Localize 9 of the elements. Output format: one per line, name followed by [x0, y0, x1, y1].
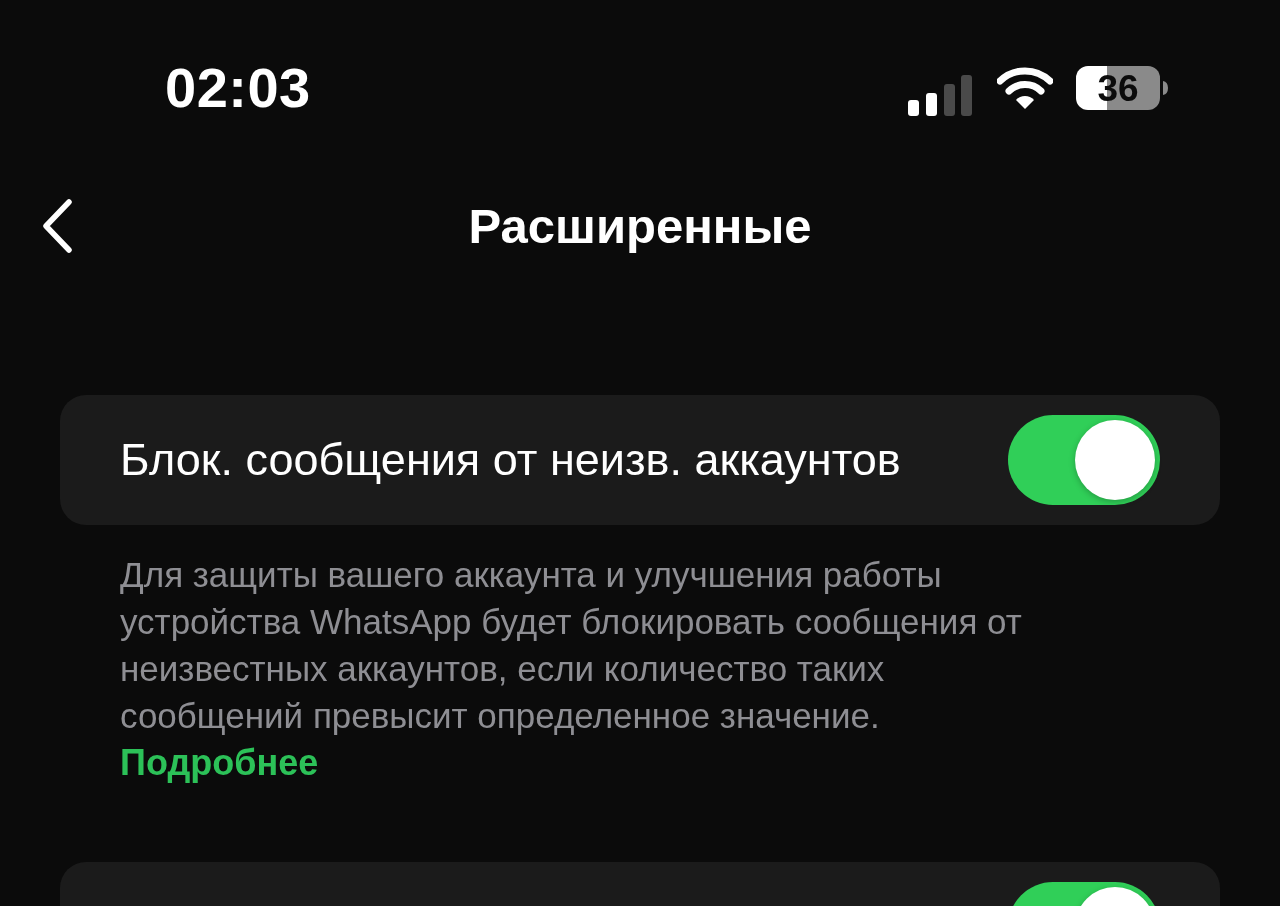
status-time: 02:03 — [165, 60, 311, 116]
learn-more-link[interactable]: Подробнее — [120, 739, 319, 786]
battery-tip-icon — [1163, 81, 1168, 95]
setting-description: Для защиты вашего аккаунта и улучшения работы устройства WhatsApp будет блокировать сообщения от неизвестных аккаунтов, если количество таких сообщений превысит определенное значение. — [120, 554, 1023, 737]
screen-title: Расширенные — [468, 197, 812, 255]
setting-label: Блок. сообщения от неизв. аккаунтов — [120, 433, 901, 487]
signal-icon — [908, 74, 972, 116]
chevron-left-icon — [41, 199, 73, 253]
wifi-icon — [997, 66, 1053, 110]
